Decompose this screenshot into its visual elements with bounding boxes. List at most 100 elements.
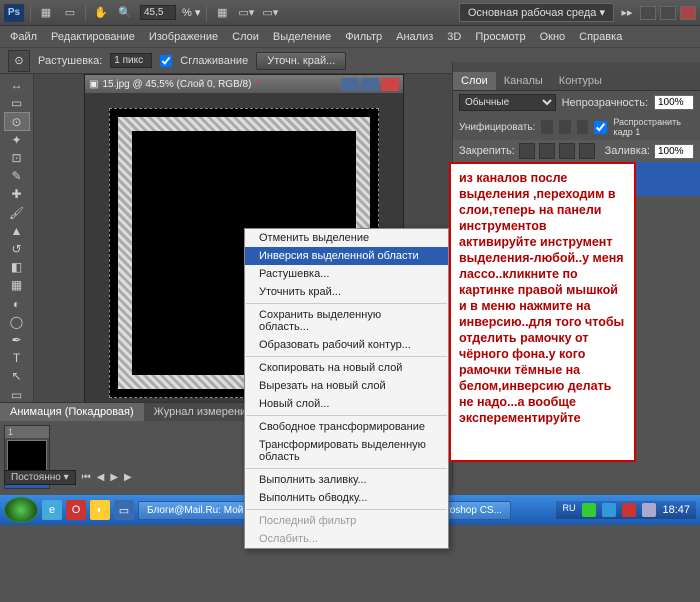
quicklaunch-opera-icon[interactable]: O	[66, 500, 86, 520]
lasso-tool[interactable]: ⊙	[4, 112, 30, 130]
unify-visibility-icon[interactable]	[559, 120, 571, 134]
prev-frame-icon[interactable]: ◀	[97, 472, 105, 483]
quicklaunch-ie-icon[interactable]: e	[42, 500, 62, 520]
unify-position-icon[interactable]	[541, 120, 553, 134]
ctx-inverse[interactable]: Инверсия выделенной области	[245, 247, 448, 265]
ctx-save-selection[interactable]: Сохранить выделенную область...	[245, 306, 448, 336]
marquee-tool[interactable]: ▭	[4, 94, 30, 112]
ctx-layer-via-cut[interactable]: Вырезать на новый слой	[245, 377, 448, 395]
hand-icon[interactable]: ✋	[92, 4, 110, 22]
lock-pixels-icon[interactable]	[539, 143, 555, 159]
screen-mode-icon[interactable]: ▭▾	[261, 4, 279, 22]
feather-label: Растушевка:	[38, 55, 102, 67]
propagate-checkbox[interactable]	[594, 121, 607, 134]
history-brush-tool[interactable]: ↺	[4, 240, 30, 258]
tab-paths[interactable]: Контуры	[551, 72, 610, 90]
play-icon[interactable]: ▶	[110, 472, 118, 483]
next-frame-icon[interactable]: ▶	[124, 472, 132, 483]
tab-layers[interactable]: Слои	[453, 72, 496, 90]
zoom-field[interactable]	[140, 5, 176, 20]
dodge-tool[interactable]: ◯	[4, 313, 30, 331]
tab-animation[interactable]: Анимация (Покадровая)	[0, 403, 144, 421]
document-titlebar[interactable]: ▣ 15.jpg @ 45,5% (Слой 0, RGB/8) *	[85, 75, 403, 93]
ctx-feather[interactable]: Растушевка...	[245, 265, 448, 283]
pen-tool[interactable]: ✒	[4, 331, 30, 349]
ctx-refine-edge[interactable]: Уточнить край...	[245, 283, 448, 301]
tray-volume-icon[interactable]	[642, 503, 656, 517]
move-tool[interactable]: ↔	[4, 76, 30, 94]
fill-field[interactable]	[654, 144, 694, 159]
menu-file[interactable]: Файл	[4, 29, 43, 45]
brush-tool[interactable]: 🖌	[4, 203, 30, 221]
ctx-layer-via-copy[interactable]: Скопировать на новый слой	[245, 359, 448, 377]
lock-position-icon[interactable]	[559, 143, 575, 159]
first-frame-icon[interactable]: ⏮	[82, 472, 91, 483]
tab-channels[interactable]: Каналы	[496, 72, 551, 90]
menu-view[interactable]: Просмотр	[469, 29, 531, 45]
quicklaunch-chrome-icon[interactable]: ◐	[90, 500, 110, 520]
blur-tool[interactable]: ◐	[4, 294, 30, 312]
doc-arrange-icon[interactable]: ▭▾	[237, 4, 255, 22]
menu-select[interactable]: Выделение	[267, 29, 337, 45]
magic-wand-tool[interactable]: ✦	[4, 131, 30, 149]
menu-help[interactable]: Справка	[573, 29, 628, 45]
tray-lang[interactable]: RU	[562, 503, 576, 517]
ctx-deselect[interactable]: Отменить выделение	[245, 229, 448, 247]
menu-window[interactable]: Окно	[534, 29, 572, 45]
type-tool[interactable]: T	[4, 349, 30, 367]
menu-3d[interactable]: 3D	[441, 29, 467, 45]
opacity-field[interactable]	[654, 95, 694, 110]
tray-skype-icon[interactable]	[602, 503, 616, 517]
menu-analysis[interactable]: Анализ	[390, 29, 439, 45]
document-title: 15.jpg @ 45,5% (Слой 0, RGB/8)	[102, 79, 251, 90]
ctx-make-workpath[interactable]: Образовать рабочий контур...	[245, 336, 448, 354]
start-button[interactable]	[4, 497, 38, 523]
active-tool-icon[interactable]: ⊙	[8, 50, 30, 72]
zoom-icon[interactable]: 🔍	[116, 4, 134, 22]
doc-close-button[interactable]	[381, 78, 399, 91]
blend-mode-select[interactable]: Обычные	[459, 94, 556, 111]
loop-dropdown[interactable]: Постоянно ▾	[4, 470, 76, 485]
doc-minimize-button[interactable]	[341, 78, 359, 91]
path-tool[interactable]: ↖	[4, 367, 30, 385]
opacity-label: Непрозрачность:	[562, 97, 648, 109]
fill-label: Заливка:	[605, 145, 650, 157]
crop-tool[interactable]: ⊡	[4, 149, 30, 167]
ctx-free-transform[interactable]: Свободное трансформирование	[245, 418, 448, 436]
lock-all-icon[interactable]	[579, 143, 595, 159]
eraser-tool[interactable]: ◧	[4, 258, 30, 276]
frame-thumb	[7, 440, 47, 474]
workspace-switcher[interactable]: Основная рабочая среда ▾	[459, 3, 614, 22]
unify-style-icon[interactable]	[577, 120, 589, 134]
lock-transparent-icon[interactable]	[519, 143, 535, 159]
menu-edit[interactable]: Редактирование	[45, 29, 141, 45]
gradient-tool[interactable]: ▦	[4, 276, 30, 294]
bridge-icon[interactable]: ▦	[37, 4, 55, 22]
photoshop-logo-icon[interactable]: Ps	[4, 4, 24, 22]
minimize-button[interactable]	[640, 6, 656, 20]
ctx-transform-selection[interactable]: Трансформировать выделенную область	[245, 436, 448, 466]
menu-image[interactable]: Изображение	[143, 29, 224, 45]
shape-tool[interactable]: ▭	[4, 385, 30, 403]
maximize-button[interactable]	[660, 6, 676, 20]
eyedropper-tool[interactable]: ✎	[4, 167, 30, 185]
quicklaunch-desktop-icon[interactable]: ▭	[114, 500, 134, 520]
menu-layer[interactable]: Слои	[226, 29, 265, 45]
search-icon[interactable]: ▸▸	[618, 4, 636, 22]
ctx-fill[interactable]: Выполнить заливку...	[245, 471, 448, 489]
close-button[interactable]	[680, 6, 696, 20]
tray-clock[interactable]: 18:47	[662, 504, 690, 516]
mini-bridge-icon[interactable]: ▭	[61, 4, 79, 22]
ctx-stroke[interactable]: Выполнить обводку...	[245, 489, 448, 507]
refine-edge-button[interactable]: Уточн. край...	[256, 52, 346, 70]
menu-filter[interactable]: Фильтр	[339, 29, 388, 45]
stamp-tool[interactable]: ▲	[4, 222, 30, 240]
feather-input[interactable]	[110, 53, 152, 68]
tray-av-icon[interactable]	[622, 503, 636, 517]
ctx-new-layer[interactable]: Новый слой...	[245, 395, 448, 413]
doc-maximize-button[interactable]	[361, 78, 379, 91]
tray-chat-icon[interactable]	[582, 503, 596, 517]
view-extras-icon[interactable]: ▦	[213, 4, 231, 22]
healing-tool[interactable]: ✚	[4, 185, 30, 203]
antialias-checkbox[interactable]	[160, 55, 172, 67]
